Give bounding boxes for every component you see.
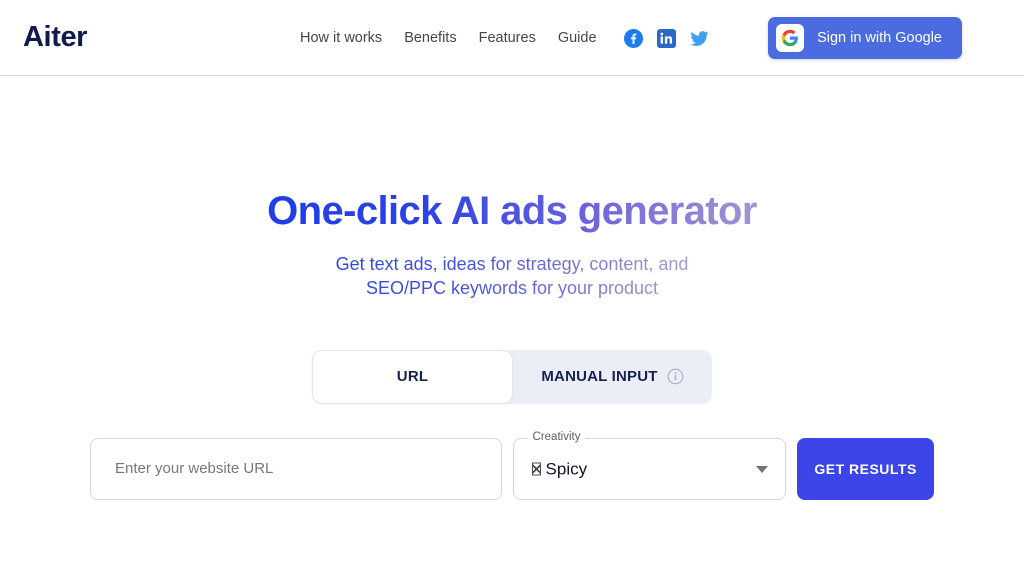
page-title: One-click AI ads generator — [267, 189, 757, 233]
main-navigation: How it works Benefits Features Guide — [300, 0, 597, 76]
facebook-icon[interactable] — [624, 28, 643, 48]
url-input[interactable] — [90, 437, 502, 500]
creativity-label: Creativity — [527, 431, 586, 444]
tab-url-label: URL — [396, 368, 429, 386]
hero-subtitle-line-2: SEO/PPC keywords for your product — [365, 277, 659, 298]
sign-in-with-google-button[interactable]: Sign in with Google — [768, 17, 962, 59]
creativity-select[interactable]: Creativity Spicy — [512, 431, 787, 500]
nav-guide[interactable]: Guide — [558, 31, 597, 46]
hero-subtitle: Get text ads, ideas for strategy, conten… — [0, 234, 1024, 301]
linkedin-icon[interactable] — [657, 28, 676, 48]
tab-url[interactable]: URL — [312, 349, 513, 404]
info-circle-icon[interactable] — [667, 368, 684, 385]
logo[interactable]: Aiter — [23, 23, 87, 52]
social-links — [624, 0, 709, 76]
hero-section: One-click AI ads generator Get text ads,… — [0, 76, 1024, 500]
twitter-icon[interactable] — [690, 29, 709, 48]
nav-benefits[interactable]: Benefits — [404, 31, 456, 46]
sign-in-with-google-label: Sign in with Google — [817, 29, 942, 46]
site-header: Aiter How it works Benefits Features Gui… — [0, 0, 1024, 76]
google-g-icon — [776, 24, 805, 52]
creativity-selected-value: Spicy — [531, 459, 588, 479]
creativity-value-text: Spicy — [545, 459, 588, 479]
caret-down-icon[interactable] — [756, 465, 769, 473]
get-results-button[interactable]: GET RESULTS — [797, 437, 934, 500]
nav-features[interactable]: Features — [479, 31, 536, 46]
nav-how-it-works[interactable]: How it works — [300, 31, 382, 46]
input-mode-tabs: URL MANUAL INPUT — [312, 349, 712, 404]
missing-glyph-box — [531, 462, 541, 476]
hero-subtitle-line-1: Get text ads, ideas for strategy, conten… — [335, 253, 689, 274]
tab-manual-input[interactable]: MANUAL INPUT — [513, 350, 712, 404]
generator-form: Creativity Spicy GET RESULTS — [90, 431, 934, 500]
tab-manual-input-label: MANUAL INPUT — [541, 368, 658, 386]
